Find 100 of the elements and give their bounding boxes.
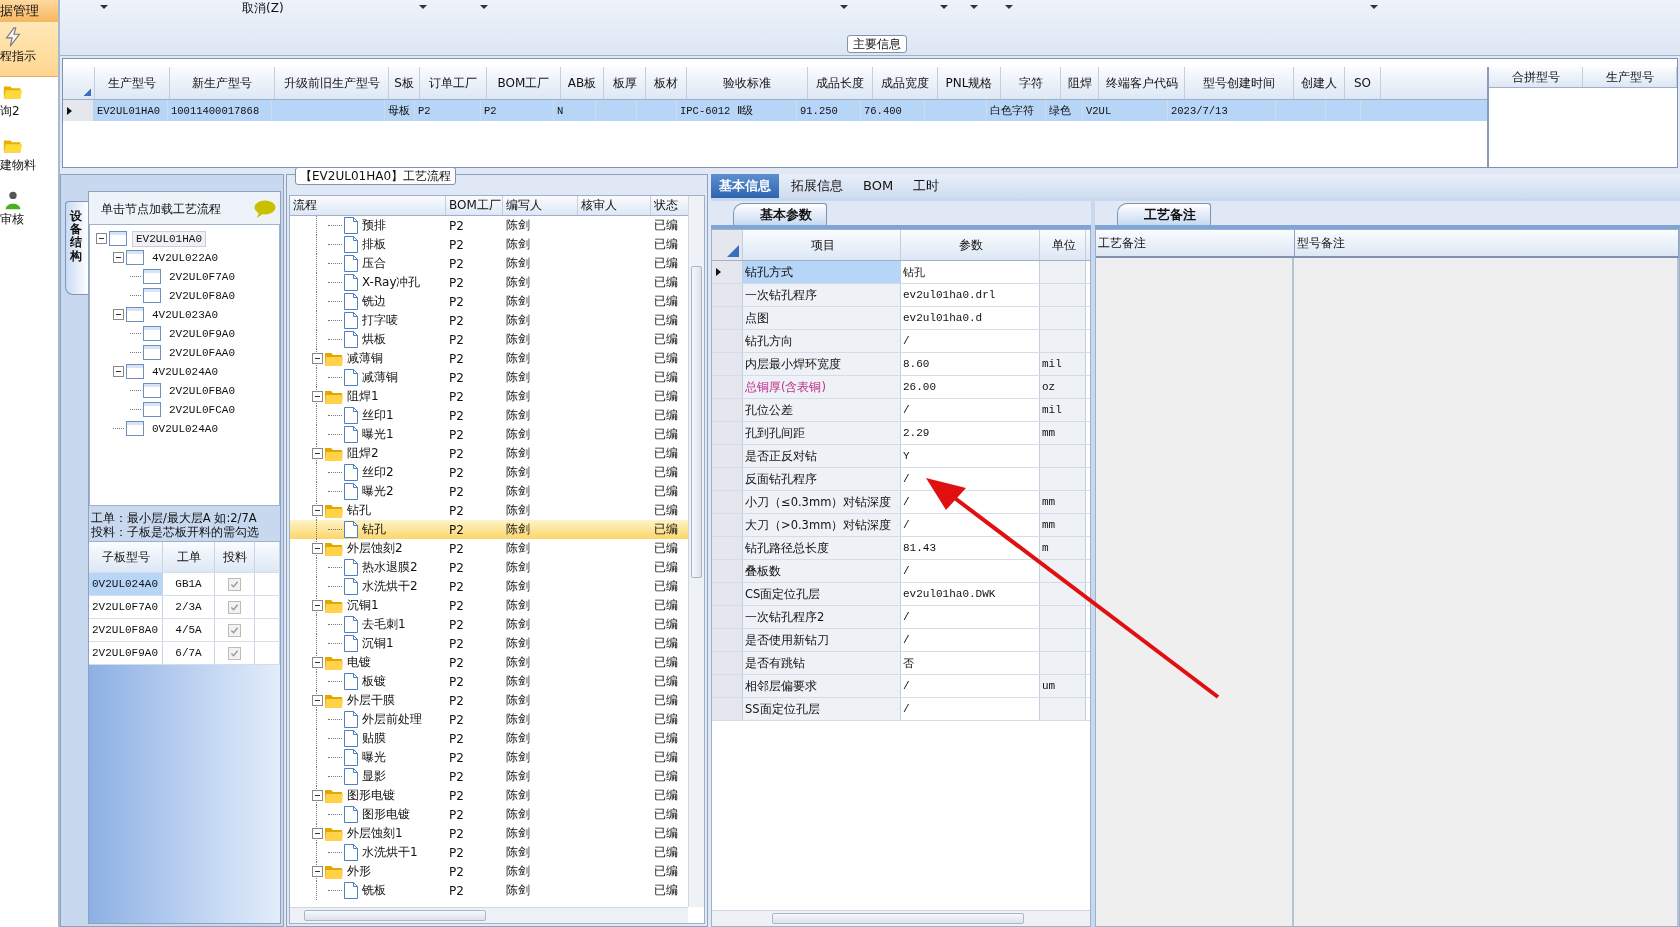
tree-row[interactable]: 阻焊2 P2 陈剑 已编 xyxy=(290,444,688,463)
collapse-toggle-icon[interactable] xyxy=(312,353,323,364)
column-header[interactable]: 工艺备注 xyxy=(1096,230,1295,256)
tree-row[interactable]: 曝光2 P2 陈剑 已编 xyxy=(290,482,688,501)
table-cell[interactable]: SS面定位孔层 xyxy=(743,698,901,720)
grid-row[interactable]: EV2UL01HA0 10011400017868 母板 P2 P2 N IPC-6012 Ⅱ级 91.250 76.400 白色字符 绿色 V2UL 2023/7/13 xyxy=(63,100,1487,121)
tab[interactable]: 拓展信息 xyxy=(783,174,851,198)
tree-row[interactable]: 减薄铜 P2 陈剑 已编 xyxy=(290,349,688,368)
tree-row[interactable]: 减薄铜 P2 陈剑 已编 xyxy=(290,368,688,387)
column-header[interactable]: 终端客户代码 xyxy=(1099,67,1185,99)
table-cell[interactable]: 小刀（≤0.3mm）对钻深度 xyxy=(743,491,901,513)
column-header[interactable]: 成品长度 xyxy=(808,67,873,99)
tree-row[interactable]: 铣边 P2 陈剑 已编 xyxy=(290,292,688,311)
tree-row[interactable]: 图形电镀 P2 陈剑 已编 xyxy=(290,805,688,824)
nav-item[interactable]: 询2 xyxy=(0,77,58,131)
column-header[interactable]: BOM工厂 xyxy=(446,196,503,215)
table-cell[interactable]: 内层最小焊环宽度 xyxy=(743,353,901,375)
column-header[interactable]: 成品宽度 xyxy=(873,67,938,99)
tree-node[interactable]: 2V2UL0FBA0 xyxy=(166,383,238,398)
dropdown-caret-icon[interactable] xyxy=(1370,5,1378,9)
column-header[interactable]: 工单 xyxy=(163,542,215,572)
tree-row[interactable]: 沉铜1 P2 陈剑 已编 xyxy=(290,634,688,653)
tree-row[interactable]: 沉铜1 P2 陈剑 已编 xyxy=(290,596,688,615)
checkbox[interactable] xyxy=(228,577,241,591)
column-header[interactable]: 编写人 xyxy=(503,196,578,215)
collapse-toggle-icon[interactable] xyxy=(312,543,323,554)
tree-node[interactable]: 2V2UL0F9A0 xyxy=(166,326,238,341)
table-cell[interactable]: 叠板数 xyxy=(743,560,901,582)
horizontal-scrollbar[interactable] xyxy=(712,910,1090,926)
column-header[interactable]: 订单工厂 xyxy=(420,67,487,99)
row-header[interactable] xyxy=(712,261,743,283)
tree-row[interactable]: 丝印2 P2 陈剑 已编 xyxy=(290,463,688,482)
collapse-toggle-icon[interactable] xyxy=(312,600,323,611)
tree-row[interactable]: 板镀 P2 陈剑 已编 xyxy=(290,672,688,691)
table-cell[interactable]: 一次钻孔程序 xyxy=(743,284,901,306)
table-cell[interactable]: 钻孔方向 xyxy=(743,330,901,352)
tree-row[interactable]: 贴膜 P2 陈剑 已编 xyxy=(290,729,688,748)
collapse-toggle-icon[interactable] xyxy=(312,505,323,516)
table-cell[interactable]: 一次钻孔程序2 xyxy=(743,606,901,628)
vertical-tab[interactable]: 设备结构 xyxy=(65,201,88,295)
checkbox[interactable] xyxy=(228,600,241,614)
column-header[interactable]: 投料 xyxy=(215,542,255,572)
collapse-toggle-icon[interactable] xyxy=(312,866,323,877)
dropdown-caret-icon[interactable] xyxy=(419,5,427,9)
tree-row[interactable]: 烘板 P2 陈剑 已编 xyxy=(290,330,688,349)
tree-row[interactable]: 图形电镀 P2 陈剑 已编 xyxy=(290,786,688,805)
table-cell[interactable]: 钻孔路径总长度 xyxy=(743,537,901,559)
column-header[interactable]: S板 xyxy=(389,67,420,99)
tree-row[interactable]: 外层蚀刻1 P2 陈剑 已编 xyxy=(290,824,688,843)
collapse-toggle-icon[interactable] xyxy=(312,695,323,706)
tree-row[interactable]: 曝光 P2 陈剑 已编 xyxy=(290,748,688,767)
nav-item[interactable]: 建物料 xyxy=(0,131,58,185)
dropdown-caret-icon[interactable] xyxy=(100,5,108,9)
table-cell[interactable]: 孔位公差 xyxy=(743,399,901,421)
tab[interactable]: 工艺备注 xyxy=(1117,203,1211,225)
dropdown-caret-icon[interactable] xyxy=(970,5,978,9)
column-header[interactable]: 生产型号 xyxy=(1583,67,1677,87)
table-cell[interactable]: 2V2UL0F9A0 xyxy=(89,642,163,664)
tree-row[interactable]: 去毛刺1 P2 陈剑 已编 xyxy=(290,615,688,634)
table-cell[interactable]: 相邻层偏要求 xyxy=(743,675,901,697)
tree-node[interactable]: 4V2UL024A0 xyxy=(149,364,221,379)
table-cell[interactable]: 是否使用新钻刀 xyxy=(743,629,901,651)
column-header[interactable]: PNL规格 xyxy=(938,67,1001,99)
column-header[interactable]: 项目 xyxy=(743,230,901,260)
tree-row[interactable]: 外层前处理 P2 陈剑 已编 xyxy=(290,710,688,729)
tree-row[interactable]: 水洗烘干2 P2 陈剑 已编 xyxy=(290,577,688,596)
tree-node[interactable]: 4V2UL023A0 xyxy=(149,307,221,322)
column-header[interactable]: 核审人 xyxy=(578,196,651,215)
tree-row[interactable]: 外层蚀刻2 P2 陈剑 已编 xyxy=(290,539,688,558)
tree-row[interactable]: 阻焊1 P2 陈剑 已编 xyxy=(290,387,688,406)
collapse-toggle-icon[interactable] xyxy=(113,309,124,320)
column-header[interactable]: 子板型号 xyxy=(89,542,163,572)
column-header[interactable]: 型号创建时间 xyxy=(1185,67,1294,99)
tree-row[interactable]: 压合 P2 陈剑 已编 xyxy=(290,254,688,273)
vertical-scrollbar[interactable] xyxy=(688,196,704,907)
table-cell[interactable]: 点图 xyxy=(743,307,901,329)
column-header[interactable]: 升级前旧生产型号 xyxy=(275,67,389,99)
collapse-toggle-icon[interactable] xyxy=(113,366,124,377)
column-header[interactable]: 板材 xyxy=(646,67,687,99)
checkbox[interactable] xyxy=(228,623,241,637)
tree-row[interactable]: 打字唛 P2 陈剑 已编 xyxy=(290,311,688,330)
table-cell[interactable]: 总铜厚(含表铜) xyxy=(743,376,901,398)
table-cell[interactable]: 是否有跳钻 xyxy=(743,652,901,674)
column-header[interactable]: SO xyxy=(1345,67,1381,99)
column-header[interactable]: AB板 xyxy=(561,67,604,99)
tab[interactable]: 基本信息 xyxy=(711,174,779,198)
cancel-button[interactable]: 取消(Z) xyxy=(242,0,284,17)
tree-row[interactable]: 电镀 P2 陈剑 已编 xyxy=(290,653,688,672)
column-header[interactable]: 生产型号 xyxy=(95,67,170,99)
collapse-toggle-icon[interactable] xyxy=(312,448,323,459)
dropdown-caret-icon[interactable] xyxy=(940,5,948,9)
collapse-toggle-icon[interactable] xyxy=(113,252,124,263)
column-header[interactable]: 验收标准 xyxy=(687,67,808,99)
table-cell[interactable]: CS面定位孔层 xyxy=(743,583,901,605)
tree-row[interactable]: 外层干膜 P2 陈剑 已编 xyxy=(290,691,688,710)
tree-node[interactable]: 4V2UL022A0 xyxy=(149,250,221,265)
collapse-toggle-icon[interactable] xyxy=(312,828,323,839)
column-header[interactable]: 参数 xyxy=(901,230,1040,260)
table-cell[interactable]: 钻孔方式 xyxy=(743,261,901,283)
tab[interactable]: 工时 xyxy=(905,174,948,198)
